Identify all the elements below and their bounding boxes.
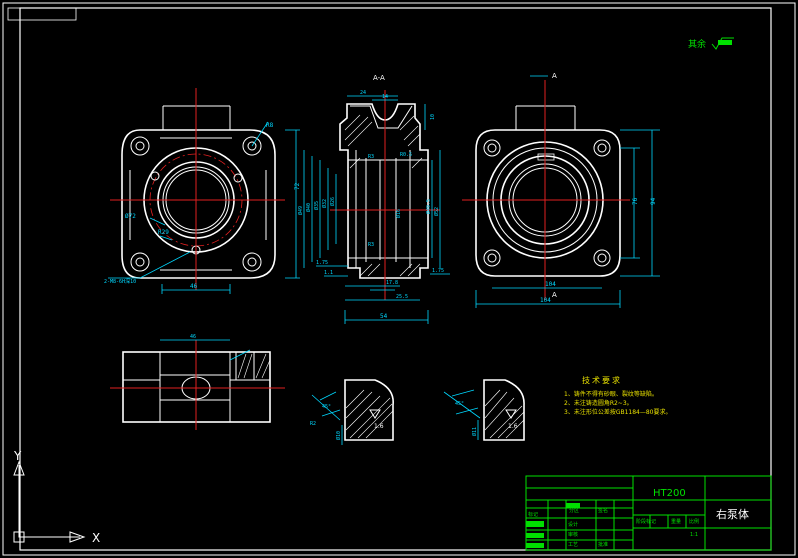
cad-drawing-canvas[interactable]: 其余 46 72 R8 Ø72 R29 2-M8-6H深10 A-A Ø49 Ø… [0, 0, 798, 558]
dim-text: R29 [158, 229, 169, 236]
tb-label: 重量 [671, 518, 681, 525]
surface-finish-text: 其余 [688, 38, 706, 50]
detail-view-2: 1.6 45° Ø11 [443, 379, 525, 441]
tech-heading: 技术要求 [582, 375, 622, 385]
cut-label: A [552, 291, 557, 299]
dim-text: 2-M8-6H深10 [104, 278, 136, 285]
cut-label: A [552, 72, 557, 80]
part-name-text: 右泵体 [716, 507, 749, 521]
title-block: 分区 签名 标记 设计 审核 工艺 批准 阶段标记 重量 比例 1:1 HT20… [525, 475, 772, 551]
ucs-axis-icon: Y X [13, 449, 100, 545]
dim-text: Ø16 [395, 209, 402, 218]
dim-text: Ø52 [433, 207, 440, 216]
dim-text: 46 [190, 283, 198, 290]
tech-requirements: 技术要求 1、铸件不得有砂眼、裂纹等缺陷。 2、未注铸造圆角R2~3。 3、未注… [564, 375, 672, 416]
tb-label: 标记 [528, 511, 538, 518]
section-label: A-A [373, 74, 385, 82]
detail-view-1: 1.6 45° R2 Ø10 [310, 379, 394, 445]
tb-label: 审核 [568, 531, 578, 538]
scale-value: 1:1 [690, 532, 698, 538]
dim-text: 104 [540, 297, 551, 304]
dim-text: Ø49.5 [425, 199, 432, 214]
roughness-text: 1.6 [508, 423, 518, 430]
dim-text: 45° [322, 404, 331, 410]
dim-text: R3 [368, 154, 374, 160]
dim-text: Ø10 [335, 431, 342, 440]
top-view: 46 [110, 334, 285, 430]
dim-text: 76 [632, 197, 639, 205]
dim-text: 17.8 [386, 280, 398, 286]
tb-label: 工艺 [568, 542, 578, 548]
tb-label: 签名 [598, 507, 608, 514]
material-text: HT200 [653, 488, 686, 499]
axis-x-label: X [92, 531, 100, 545]
axis-y-label: Y [13, 449, 22, 463]
dim-text: R3 [368, 242, 374, 248]
dim-text: Ø26 [329, 197, 336, 206]
roughness-text: 1.6 [374, 423, 384, 430]
dim-text: Ø11 [471, 427, 478, 436]
dim-text: 1.75 [316, 260, 328, 266]
tech-item: 2、未注铸造圆角R2~3。 [564, 399, 633, 407]
surface-finish-note: 其余 [688, 37, 734, 50]
tech-item: 3、未注形位公差按GB1184—80要求。 [564, 408, 672, 416]
dim-text: 72 [294, 182, 301, 190]
dim-text: 24 [360, 90, 366, 96]
dim-text: R8 [266, 122, 274, 129]
dim-text: 45° [455, 401, 464, 407]
tb-label: 阶段标记 [636, 518, 656, 525]
tb-label: 比例 [689, 518, 699, 525]
right-view: A A 76 94 104 104 [462, 72, 660, 308]
tb-label: 设计 [568, 521, 578, 528]
dim-text: Ø35 [313, 201, 320, 210]
dim-text: R2 [310, 421, 316, 427]
tb-label: 分区 [569, 507, 579, 514]
dim-text: 14 [382, 94, 388, 100]
dim-text: Ø49 [297, 206, 304, 215]
dim-text: R0.5 [400, 152, 412, 158]
dim-text: 10 [430, 114, 436, 120]
dim-text: Ø32 [321, 199, 328, 208]
front-view: 46 72 R8 Ø72 R29 2-M8-6H深10 [104, 88, 301, 294]
dim-text: 46 [190, 334, 196, 340]
tech-item: 1、铸件不得有砂眼、裂纹等缺陷。 [564, 390, 658, 398]
section-view-aa: A-A Ø49 Ø40 Ø35 Ø32 Ø26 Ø49.5 Ø52 Ø16 24… [297, 74, 450, 324]
dim-text: 54 [380, 313, 388, 320]
dim-text: 1.1 [324, 270, 333, 276]
dim-text: Ø40 [305, 203, 312, 212]
dim-text: 25.5 [396, 294, 408, 300]
dim-text: 94 [650, 197, 657, 205]
tb-label: 批准 [598, 541, 608, 548]
dim-text: 1.75 [432, 268, 444, 274]
dim-text: 104 [545, 281, 556, 288]
dim-text: Ø72 [125, 213, 136, 220]
